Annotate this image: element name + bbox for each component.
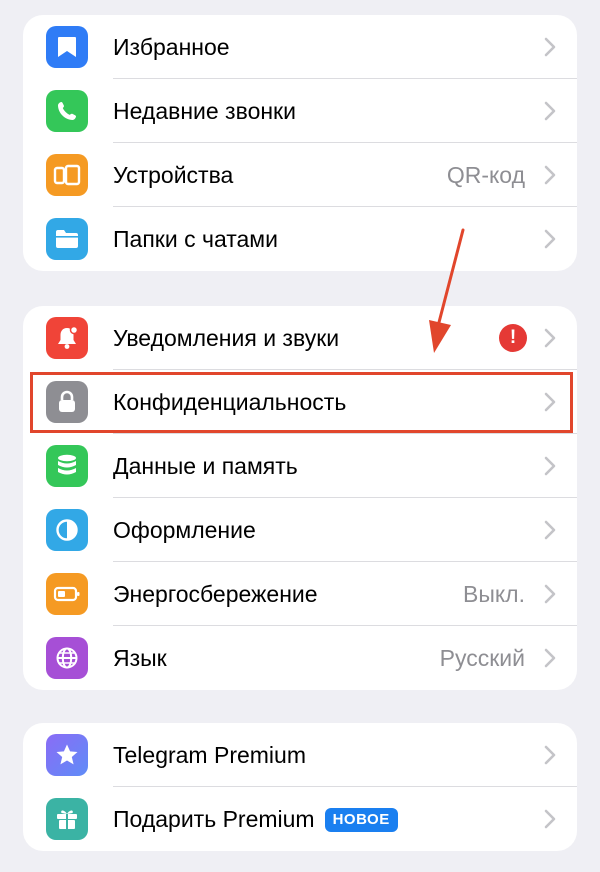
row-favorites[interactable]: Избранное bbox=[23, 15, 577, 79]
chevron-right-icon bbox=[544, 584, 556, 604]
chevron-right-icon bbox=[544, 165, 556, 185]
row-value: Русский bbox=[439, 645, 525, 671]
chevron-right-icon bbox=[544, 392, 556, 412]
row-value: QR-код bbox=[446, 162, 525, 188]
contrast-icon bbox=[46, 509, 88, 551]
row-power-saving[interactable]: Энергосбережение Выкл. bbox=[23, 562, 577, 626]
folder-icon bbox=[46, 218, 88, 260]
row-label: Telegram Premium bbox=[113, 742, 306, 768]
row-label: Конфиденциальность bbox=[113, 389, 347, 415]
phone-icon bbox=[46, 90, 88, 132]
chevron-right-icon bbox=[544, 37, 556, 57]
chevron-right-icon bbox=[544, 745, 556, 765]
row-label: Подарить Premium НОВОЕ bbox=[113, 787, 398, 851]
alert-badge: ! bbox=[499, 324, 527, 352]
settings-group-1: Избранное Недавние звонки Устройства QR-… bbox=[23, 15, 577, 271]
row-appearance[interactable]: Оформление bbox=[23, 498, 577, 562]
row-chat-folders[interactable]: Папки с чатами bbox=[23, 207, 577, 271]
devices-icon bbox=[46, 154, 88, 196]
row-label: Энергосбережение bbox=[113, 581, 318, 607]
row-label: Уведомления и звуки bbox=[113, 325, 340, 351]
row-label: Недавние звонки bbox=[113, 98, 296, 124]
row-recent-calls[interactable]: Недавние звонки bbox=[23, 79, 577, 143]
chevron-right-icon bbox=[544, 229, 556, 249]
row-notifications[interactable]: Уведомления и звуки ! bbox=[23, 306, 577, 370]
globe-icon bbox=[46, 637, 88, 679]
chevron-right-icon bbox=[544, 101, 556, 121]
lock-icon bbox=[46, 381, 88, 423]
chevron-right-icon bbox=[544, 328, 556, 348]
row-data-storage[interactable]: Данные и память bbox=[23, 434, 577, 498]
new-badge: НОВОЕ bbox=[324, 808, 398, 832]
bookmark-icon bbox=[46, 26, 88, 68]
row-value: Выкл. bbox=[462, 581, 525, 607]
chevron-right-icon bbox=[544, 456, 556, 476]
row-label: Устройства bbox=[113, 162, 234, 188]
row-label: Папки с чатами bbox=[113, 226, 278, 252]
row-label-text: Подарить Premium bbox=[113, 806, 315, 832]
row-label: Оформление bbox=[113, 517, 256, 543]
settings-group-2: Уведомления и звуки ! Конфиденциальность… bbox=[23, 306, 577, 690]
battery-icon bbox=[46, 573, 88, 615]
settings-group-3: Telegram Premium Подарить Premium НОВОЕ bbox=[23, 723, 577, 851]
chevron-right-icon bbox=[544, 648, 556, 668]
chevron-right-icon bbox=[544, 520, 556, 540]
row-label: Язык bbox=[113, 645, 167, 671]
row-label: Избранное bbox=[113, 34, 230, 60]
row-label: Данные и память bbox=[113, 453, 298, 479]
row-gift-premium[interactable]: Подарить Premium НОВОЕ bbox=[23, 787, 577, 851]
star-icon bbox=[46, 734, 88, 776]
row-language[interactable]: Язык Русский bbox=[23, 626, 577, 690]
bell-icon bbox=[46, 317, 88, 359]
row-devices[interactable]: Устройства QR-код bbox=[23, 143, 577, 207]
gift-icon bbox=[46, 798, 88, 840]
database-icon bbox=[46, 445, 88, 487]
row-telegram-premium[interactable]: Telegram Premium bbox=[23, 723, 577, 787]
row-privacy[interactable]: Конфиденциальность bbox=[23, 370, 577, 434]
chevron-right-icon bbox=[544, 809, 556, 829]
